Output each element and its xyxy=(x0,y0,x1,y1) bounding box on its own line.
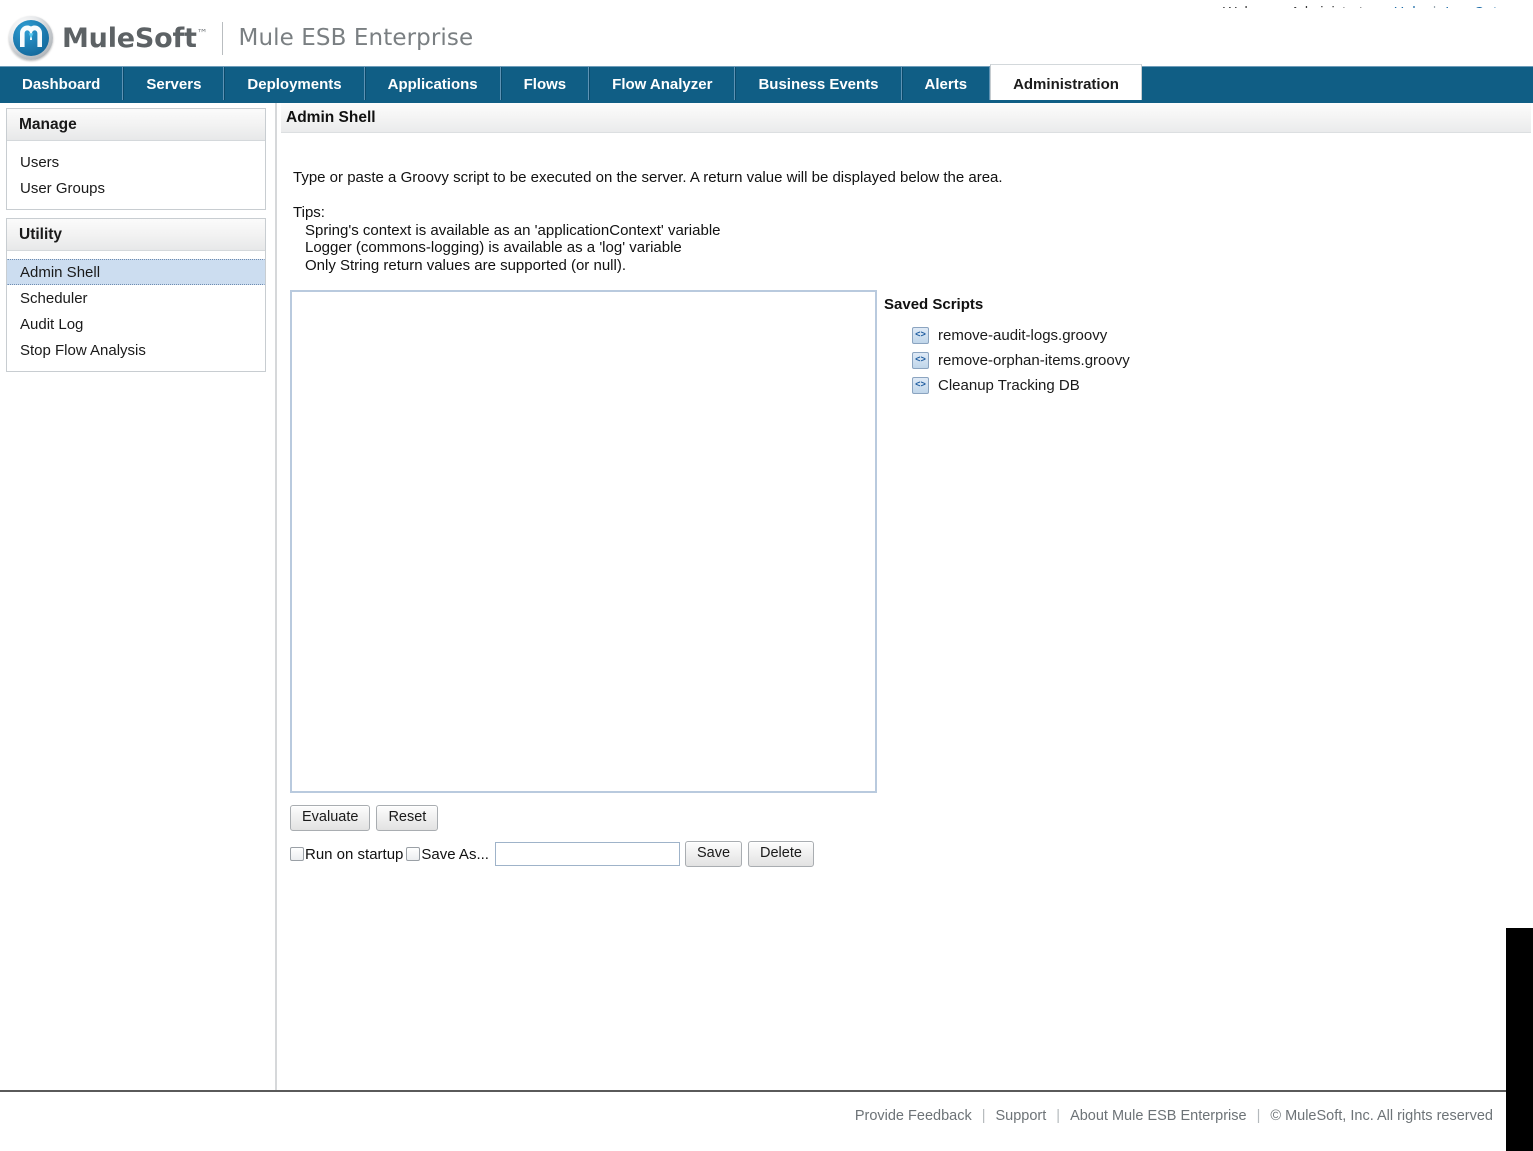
intro-text: Type or paste a Groovy script to be exec… xyxy=(293,169,1528,186)
mulesoft-logo-icon xyxy=(9,16,53,60)
nav-tab-list: DashboardServersDeploymentsApplicationsF… xyxy=(0,67,1533,101)
delete-button[interactable]: Delete xyxy=(748,841,814,867)
editor-row: Saved Scripts <> remove-audit-logs.groovy… xyxy=(290,290,1528,793)
footer-separator: | xyxy=(982,1108,986,1124)
saved-scripts-title: Saved Scripts xyxy=(884,296,1130,313)
sidebar-content-divider xyxy=(275,103,277,1090)
save-as-input[interactable] xyxy=(495,842,680,866)
brand-trademark: ™ xyxy=(197,27,208,40)
sidebar-item-audit-log[interactable]: Audit Log xyxy=(7,311,265,337)
saved-script-label: remove-audit-logs.groovy xyxy=(938,327,1107,344)
nav-tab-business-events[interactable]: Business Events xyxy=(735,67,901,101)
sidebar: ManageUsersUser GroupsUtilityAdmin Shell… xyxy=(6,108,266,380)
footer-link-provide-feedback[interactable]: Provide Feedback xyxy=(855,1108,972,1124)
saved-script-item[interactable]: <> remove-orphan-items.groovy xyxy=(884,348,1130,373)
sidebar-panel-body: Admin ShellSchedulerAudit LogStop Flow A… xyxy=(7,251,265,371)
footer-link-support[interactable]: Support xyxy=(995,1108,1046,1124)
code-file-icon: <> xyxy=(912,327,929,344)
nav-tab-applications[interactable]: Applications xyxy=(365,67,501,101)
tip-item: Logger (commons-logging) is available as… xyxy=(293,239,1528,257)
sidebar-panel-utility: UtilityAdmin ShellSchedulerAudit LogStop… xyxy=(6,218,266,372)
main-pane: Admin Shell Type or paste a Groovy scrip… xyxy=(283,103,1528,867)
reset-button[interactable]: Reset xyxy=(376,805,438,831)
sidebar-item-user-groups[interactable]: User Groups xyxy=(7,175,265,201)
nav-tab-administration[interactable]: Administration xyxy=(990,64,1142,101)
save-as-label[interactable]: Save As... xyxy=(421,846,489,863)
brand-divider xyxy=(222,22,223,55)
sidebar-item-users[interactable]: Users xyxy=(7,149,265,175)
brand-group: MuleSoft™ Mule ESB Enterprise xyxy=(9,16,473,60)
evaluate-button[interactable]: Evaluate xyxy=(290,805,370,831)
run-on-startup-checkbox[interactable] xyxy=(290,847,304,861)
nav-tab-servers[interactable]: Servers xyxy=(123,67,224,101)
save-as-checkbox[interactable] xyxy=(406,847,420,861)
sidebar-item-admin-shell[interactable]: Admin Shell xyxy=(7,259,265,285)
sidebar-item-stop-flow-analysis[interactable]: Stop Flow Analysis xyxy=(7,337,265,363)
footer-links: Provide Feedback | Support | About Mule ESB … xyxy=(855,1108,1493,1124)
brand-name-text: MuleSoft xyxy=(62,23,197,54)
run-on-startup-label[interactable]: Run on startup xyxy=(305,846,403,863)
code-file-icon: <> xyxy=(912,352,929,369)
saved-script-item[interactable]: <> remove-audit-logs.groovy xyxy=(884,323,1130,348)
saved-scripts-list: <> remove-audit-logs.groovy <> remove-orpha… xyxy=(884,323,1130,398)
main-navigation: DashboardServersDeploymentsApplicationsF… xyxy=(0,66,1533,100)
code-file-icon: <> xyxy=(912,377,929,394)
footer-link-about-mule-esb-enterprise[interactable]: About Mule ESB Enterprise xyxy=(1070,1108,1247,1124)
product-name: Mule ESB Enterprise xyxy=(239,25,474,51)
tips-label: Tips: xyxy=(293,204,1528,222)
saved-script-item[interactable]: <> Cleanup Tracking DB xyxy=(884,373,1130,398)
tip-item: Spring's context is available as an 'app… xyxy=(293,222,1528,240)
app-root: Welcome, Administrator Help | Log Out Mu… xyxy=(0,0,1533,1151)
footer-separator: | xyxy=(1056,1108,1060,1124)
saved-script-label: remove-orphan-items.groovy xyxy=(938,352,1130,369)
sidebar-item-scheduler[interactable]: Scheduler xyxy=(7,285,265,311)
sidebar-panel-title: Utility xyxy=(7,219,265,251)
footer-separator: | xyxy=(1257,1108,1261,1124)
tips-block: Tips: Spring's context is available as a… xyxy=(293,204,1528,274)
sidebar-panel-title: Manage xyxy=(7,109,265,141)
save-button[interactable]: Save xyxy=(685,841,742,867)
brand-header: MuleSoft™ Mule ESB Enterprise xyxy=(0,8,1533,66)
brand-name: MuleSoft™ xyxy=(62,23,208,54)
sidebar-panel-manage: ManageUsersUser Groups xyxy=(6,108,266,210)
nav-tab-flow-analyzer[interactable]: Flow Analyzer xyxy=(589,67,735,101)
tip-item: Only String return values are supported … xyxy=(293,257,1528,275)
page-footer: Provide Feedback | Support | About Mule ESB … xyxy=(0,1092,1533,1151)
content-area: ManageUsersUser GroupsUtilityAdmin Shell… xyxy=(0,103,1533,1090)
nav-tab-flows[interactable]: Flows xyxy=(501,67,590,101)
evaluate-button-row: Evaluate Reset xyxy=(290,805,1528,831)
page-title: Admin Shell xyxy=(281,103,1531,133)
sidebar-panel-body: UsersUser Groups xyxy=(7,141,265,209)
saved-script-label: Cleanup Tracking DB xyxy=(938,377,1080,394)
nav-tab-alerts[interactable]: Alerts xyxy=(902,67,991,101)
nav-tab-deployments[interactable]: Deployments xyxy=(224,67,364,101)
right-edge-strip xyxy=(1506,928,1533,1151)
nav-tab-dashboard[interactable]: Dashboard xyxy=(0,67,123,101)
script-input[interactable] xyxy=(290,290,877,793)
save-options-row: Run on startup Save As... Save Delete xyxy=(290,841,1528,867)
footer-copyright: © MuleSoft, Inc. All rights reserved xyxy=(1270,1108,1493,1124)
saved-scripts-panel: Saved Scripts <> remove-audit-logs.groovy… xyxy=(884,290,1130,793)
